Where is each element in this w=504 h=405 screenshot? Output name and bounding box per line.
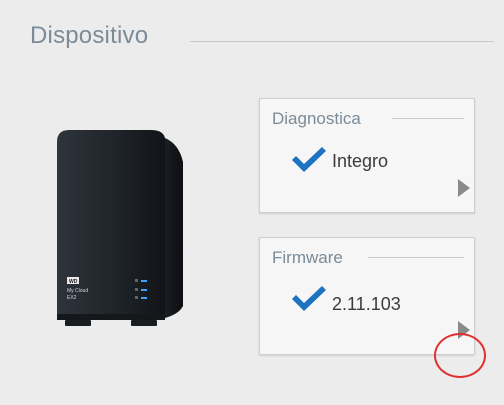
device-image: WD My Cloud EX2 (57, 130, 183, 326)
firmware-label: Firmware (272, 248, 343, 267)
firmware-divider (368, 257, 464, 258)
checkmark-icon (292, 147, 326, 172)
firmware-version: 2.11.103 (332, 294, 401, 314)
highlight-circle (434, 333, 486, 378)
diagnostics-status: Integro (332, 151, 389, 171)
diagnostics-card: Diagnostica Integro (259, 98, 475, 213)
arrow-right-icon[interactable] (453, 177, 475, 199)
title-divider (190, 41, 494, 42)
device-brand-text: WD (69, 279, 78, 285)
diagnostics-divider (392, 118, 464, 119)
diagnostics-label: Diagnostica (272, 109, 361, 128)
panel-title: Dispositivo (30, 22, 149, 49)
checkmark-icon (292, 286, 326, 311)
device-model-sub-text: EX2 (67, 295, 77, 301)
device-model-text: My Cloud (67, 288, 88, 294)
